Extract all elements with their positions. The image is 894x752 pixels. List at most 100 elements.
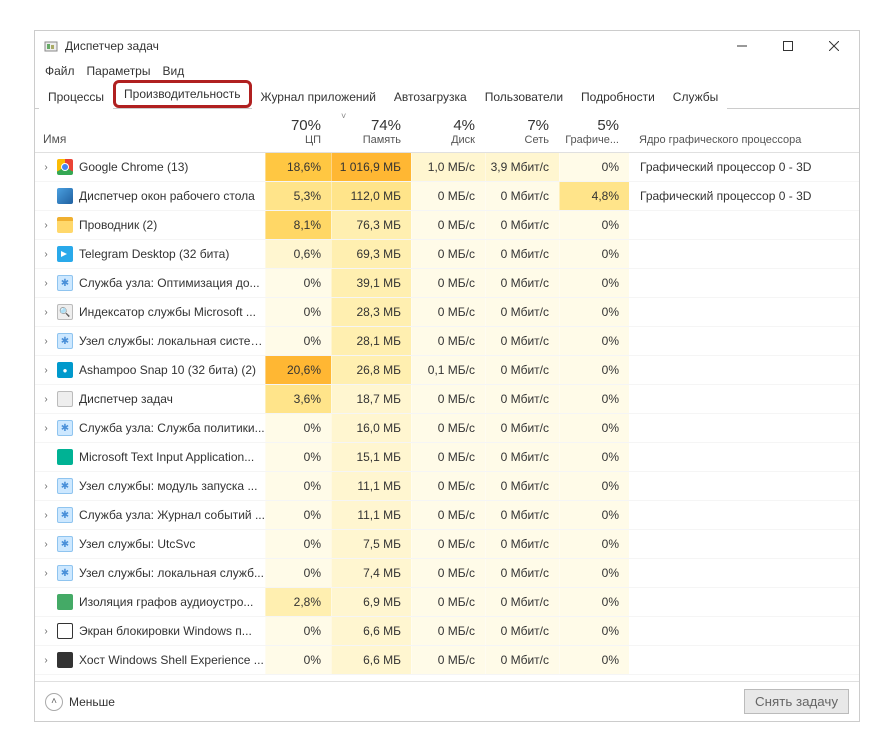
expand-icon[interactable]: › (39, 655, 53, 666)
maximize-button[interactable] (765, 31, 811, 61)
process-icon (57, 594, 73, 610)
expand-icon[interactable]: › (39, 539, 53, 550)
process-row[interactable]: ›Telegram Desktop (32 бита)0,6%69,3 МБ0 … (35, 240, 859, 269)
expand-icon[interactable]: › (39, 568, 53, 579)
gpu-engine-cell (629, 530, 859, 558)
process-icon (57, 623, 73, 639)
tab-details[interactable]: Подробности (572, 84, 664, 109)
gpu-cell: 0% (559, 472, 629, 500)
process-row[interactable]: ›Диспетчер задач3,6%18,7 МБ0 МБ/с0 Мбит/… (35, 385, 859, 414)
process-name: Служба узла: Служба политики... (79, 421, 265, 435)
process-row[interactable]: ›Индексатор службы Microsoft ...0%28,3 М… (35, 298, 859, 327)
tab-processes[interactable]: Процессы (39, 84, 113, 109)
process-name-cell: Диспетчер окон рабочего стола (35, 188, 265, 204)
cpu-cell: 8,1% (265, 211, 331, 239)
menu-options[interactable]: Параметры (83, 62, 155, 80)
cpu-cell: 0% (265, 559, 331, 587)
sort-indicator-icon: ˅ (341, 111, 346, 121)
minimize-button[interactable] (719, 31, 765, 61)
process-name-cell: ›Индексатор службы Microsoft ... (35, 304, 265, 320)
process-name-cell: › Ashampoo Snap 10 (32 бита) (2) (35, 362, 265, 378)
disk-cell: 0 МБ/с (411, 414, 485, 442)
gpu-engine-cell: Графический процессор 0 - 3D (629, 182, 859, 210)
process-row[interactable]: ›Служба узла: Служба политики...0%16,0 М… (35, 414, 859, 443)
process-list[interactable]: ›Google Chrome (13)18,6%1 016,9 МБ1,0 МБ… (35, 153, 859, 681)
process-row[interactable]: ›Узел службы: UtcSvc0%7,5 МБ0 МБ/с0 Мбит… (35, 530, 859, 559)
process-row[interactable]: Изоляция графов аудиоустро... 2,8%6,9 МБ 0… (35, 588, 859, 617)
network-cell: 0 Мбит/с (485, 327, 559, 355)
col-cpu[interactable]: 70% ЦП (265, 109, 331, 152)
tab-services[interactable]: Службы (664, 84, 727, 109)
expand-icon[interactable]: › (39, 220, 53, 231)
process-icon (57, 304, 73, 320)
menu-view[interactable]: Вид (158, 62, 188, 80)
col-memory[interactable]: ˅ 74% Память (331, 109, 411, 152)
content: Имя 70% ЦП ˅ 74% Память 4% Диск 7% Сеть … (35, 109, 859, 681)
gpu-cell: 0% (559, 153, 629, 181)
expand-icon[interactable]: › (39, 365, 53, 376)
disk-label: Диск (451, 134, 475, 146)
col-name[interactable]: Имя (35, 109, 265, 152)
titlebar: Диспетчер задач (35, 31, 859, 61)
gpu-engine-cell (629, 588, 859, 616)
expand-icon[interactable]: › (39, 423, 53, 434)
process-name: Хост Windows Shell Experience ... (79, 653, 264, 667)
process-row[interactable]: ›Хост Windows Shell Experience ...0%6,6 … (35, 646, 859, 675)
tab-users[interactable]: Пользователи (476, 84, 572, 109)
disk-cell: 0 МБ/с (411, 298, 485, 326)
expand-icon[interactable]: › (39, 336, 53, 347)
close-button[interactable] (811, 31, 857, 61)
process-row[interactable]: ›Экран блокировки Windows п...0%6,6 МБ0 … (35, 617, 859, 646)
col-disk[interactable]: 4% Диск (411, 109, 485, 152)
disk-cell: 1,0 МБ/с (411, 153, 485, 181)
process-row[interactable]: Microsoft Text Input Application...0%15,… (35, 443, 859, 472)
process-name: Изоляция графов аудиоустро... (79, 595, 253, 609)
expand-icon[interactable]: › (39, 307, 53, 318)
disk-cell: 0 МБ/с (411, 182, 485, 210)
expand-icon[interactable]: › (39, 626, 53, 637)
gpu-cell: 0% (559, 501, 629, 529)
process-row[interactable]: ›Проводник (2)8,1%76,3 МБ0 МБ/с0 Мбит/с0… (35, 211, 859, 240)
gpu-engine-cell (629, 211, 859, 239)
fewer-details-button[interactable]: ˄ Меньше (45, 693, 115, 711)
process-row[interactable]: ›Служба узла: Оптимизация до...0%39,1 МБ… (35, 269, 859, 298)
process-name: Узел службы: UtcSvc (79, 537, 195, 551)
expand-icon[interactable]: › (39, 510, 53, 521)
expand-icon[interactable]: › (39, 249, 53, 260)
process-row[interactable]: ›Узел службы: модуль запуска ...0%11,1 М… (35, 472, 859, 501)
expand-icon[interactable]: › (39, 481, 53, 492)
process-row[interactable]: ›Узел службы: локальная система0%28,1 МБ… (35, 327, 859, 356)
menubar: Файл Параметры Вид (35, 61, 859, 81)
cpu-label: ЦП (305, 134, 321, 146)
process-row[interactable]: Диспетчер окон рабочего стола5,3%112,0 М… (35, 182, 859, 211)
network-cell: 0 Мбит/с (485, 211, 559, 239)
tab-startup[interactable]: Автозагрузка (385, 84, 476, 109)
expand-icon[interactable]: › (39, 394, 53, 405)
gpu-engine-cell (629, 559, 859, 587)
memory-cell: 6,9 МБ (331, 588, 411, 616)
network-cell: 0 Мбит/с (485, 588, 559, 616)
col-network[interactable]: 7% Сеть (485, 109, 559, 152)
process-name: Ashampoo Snap 10 (32 бита) (2) (79, 363, 256, 377)
expand-icon[interactable]: › (39, 162, 53, 173)
process-row[interactable]: ›Узел службы: локальная служб...0%7,4 МБ… (35, 559, 859, 588)
process-icon (57, 420, 73, 436)
expand-icon[interactable]: › (39, 278, 53, 289)
tab-app-history[interactable]: Журнал приложений (252, 84, 385, 109)
menu-file[interactable]: Файл (41, 62, 79, 80)
network-cell: 0 Мбит/с (485, 269, 559, 297)
memory-cell: 26,8 МБ (331, 356, 411, 384)
end-task-button[interactable]: Снять задачу (744, 689, 849, 714)
cpu-cell: 2,8% (265, 588, 331, 616)
process-row[interactable]: ›Служба узла: Журнал событий ...0%11,1 М… (35, 501, 859, 530)
gpu-cell: 0% (559, 211, 629, 239)
col-gpu[interactable]: 5% Графиче... (559, 109, 629, 152)
tab-performance[interactable]: Производительность (113, 80, 251, 108)
disk-cell: 0 МБ/с (411, 501, 485, 529)
cpu-cell: 20,6% (265, 356, 331, 384)
process-row[interactable]: › Ashampoo Snap 10 (32 бита) (2) 20,6%26,8… (35, 356, 859, 385)
col-gpu-engine[interactable]: Ядро графического процессора (629, 109, 859, 152)
mem-label: Память (363, 134, 401, 146)
process-row[interactable]: ›Google Chrome (13)18,6%1 016,9 МБ1,0 МБ… (35, 153, 859, 182)
process-icon (57, 449, 73, 465)
